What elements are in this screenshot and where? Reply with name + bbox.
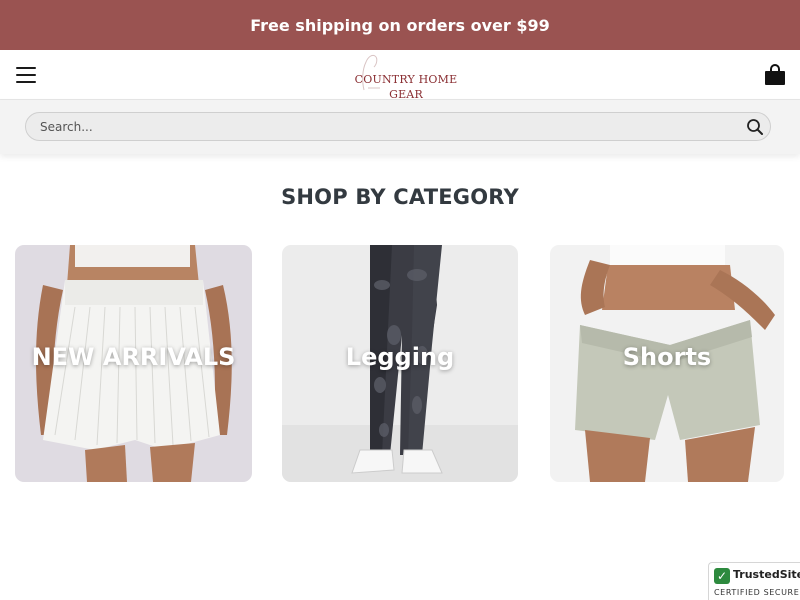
search-bar-area [0,100,800,154]
category-label-shorts: Shorts [622,343,712,371]
search-icon[interactable] [746,118,764,136]
trustedsite-badge[interactable]: ✓ TrustedSite CERTIFIED SECURE [708,562,800,600]
promo-text: Free shipping on orders over $99 [250,15,550,35]
logo-line-1: COUNTRY HOME [354,73,458,86]
promo-bar: Free shipping on orders over $99 [0,0,800,50]
search-box [25,112,771,141]
logo-mark-icon [362,54,380,91]
category-card-legging[interactable]: Legging [282,245,518,482]
shopping-bag-icon[interactable] [764,63,786,87]
category-label-legging: Legging [345,343,455,371]
category-card-shorts[interactable]: Shorts [550,245,784,482]
checkmark-icon: ✓ [714,568,730,584]
site-logo[interactable]: COUNTRY HOME GEAR [350,52,462,101]
trust-badge-subtext: CERTIFIED SECURE [714,588,800,597]
category-label-new-arrivals: NEW ARRIVALS [31,343,236,371]
hamburger-menu-icon[interactable] [14,65,38,85]
category-card-new-arrivals[interactable]: NEW ARRIVALS [15,245,252,482]
trust-badge-name: TrustedSite [733,568,800,581]
section-title: SHOP BY CATEGORY [281,185,519,209]
search-input[interactable] [40,113,720,140]
